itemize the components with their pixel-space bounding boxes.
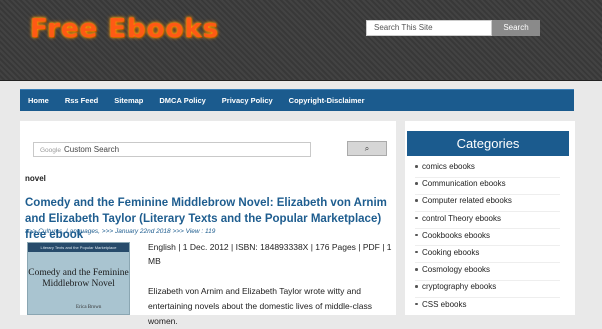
bullet-icon [415, 165, 418, 168]
category-label: Cookbooks ebooks [422, 230, 491, 240]
category-item[interactable]: Communication ebooks [415, 178, 571, 195]
bullet-icon [415, 216, 418, 220]
post-meta[interactable]: >>> Cultures, Languages, >>> January 22n… [25, 228, 215, 235]
bullet-icon [415, 199, 418, 202]
categories-heading: Categories [407, 131, 569, 156]
post-title[interactable]: Comedy and the Feminine Middlebrow Novel… [25, 195, 391, 243]
bullet-icon [415, 302, 418, 305]
book-details: English | 1 Dec. 2012 | ISBN: 184893338X… [148, 242, 392, 266]
cover-author: Erica Brown [76, 305, 102, 310]
categories-list: comics ebooks Communication ebooks Compu… [415, 161, 571, 316]
bullet-icon [415, 268, 418, 271]
top-search-input[interactable]: Search This Site [366, 20, 492, 36]
custom-search-input[interactable]: Google Custom Search [33, 142, 311, 157]
nav-copyright-disclaimer[interactable]: Copyright-Disclaimer [281, 96, 373, 105]
bullet-icon [415, 182, 418, 185]
category-item[interactable]: Cookbooks ebooks [415, 230, 571, 247]
custom-search-placeholder: Custom Search [63, 145, 120, 154]
nav-dmca-policy[interactable]: DMCA Policy [151, 96, 213, 105]
top-search-button[interactable]: Search [492, 20, 540, 36]
sidebar: Categories comics ebooks Communication e… [405, 121, 575, 315]
main-nav: Home Rss Feed Sitemap DMCA Policy Privac… [20, 89, 574, 111]
cover-series: Literary Texts and the Popular Marketpla… [28, 243, 129, 252]
nav-home[interactable]: Home [20, 96, 57, 105]
category-item[interactable]: Computer related ebooks [415, 195, 571, 212]
bullet-icon [415, 285, 418, 288]
category-label: Cosmology ebooks [422, 265, 491, 275]
category-label: Computer related ebooks [422, 196, 512, 206]
category-item[interactable]: cryptography ebooks [415, 281, 571, 298]
category-label: Communication ebooks [422, 179, 506, 189]
category-label: Cooking ebooks [422, 247, 480, 257]
nav-rss-feed[interactable]: Rss Feed [57, 96, 106, 105]
category-label: comics ebooks [422, 162, 475, 171]
book-description: Elizabeth von Arnim and Elizabeth Taylor… [148, 286, 372, 326]
top-search: Search This Site Search [366, 20, 540, 36]
category-item[interactable]: control Theory ebooks [415, 213, 571, 230]
bullet-icon [415, 233, 418, 237]
category-label: control Theory ebooks [422, 213, 502, 223]
category-item[interactable]: Cooking ebooks [415, 247, 571, 264]
site-logo[interactable]: Free Ebooks [30, 14, 219, 44]
main-content: Google Custom Search ⌕ novel Comedy and t… [20, 121, 396, 326]
category-label: CSS ebooks [422, 299, 467, 309]
book-cover-image[interactable]: Literary Texts and the Popular Marketpla… [27, 242, 130, 315]
category-item[interactable]: CSS ebooks [415, 299, 571, 316]
custom-search-button[interactable]: ⌕ [347, 141, 387, 156]
category-item[interactable]: Cosmology ebooks [415, 264, 571, 281]
category-tag[interactable]: novel [25, 174, 46, 183]
bullet-icon [415, 250, 418, 254]
nav-sitemap[interactable]: Sitemap [106, 96, 151, 105]
search-icon: ⌕ [364, 144, 370, 153]
category-item[interactable]: comics ebooks [415, 161, 571, 178]
category-label: cryptography ebooks [422, 282, 497, 292]
google-brand: Google [40, 147, 61, 154]
site-header: Free Ebooks Search This Site Search [0, 0, 602, 81]
cover-title: Comedy and the Feminine Middlebrow Novel [28, 268, 129, 289]
nav-privacy-policy[interactable]: Privacy Policy [214, 96, 281, 105]
